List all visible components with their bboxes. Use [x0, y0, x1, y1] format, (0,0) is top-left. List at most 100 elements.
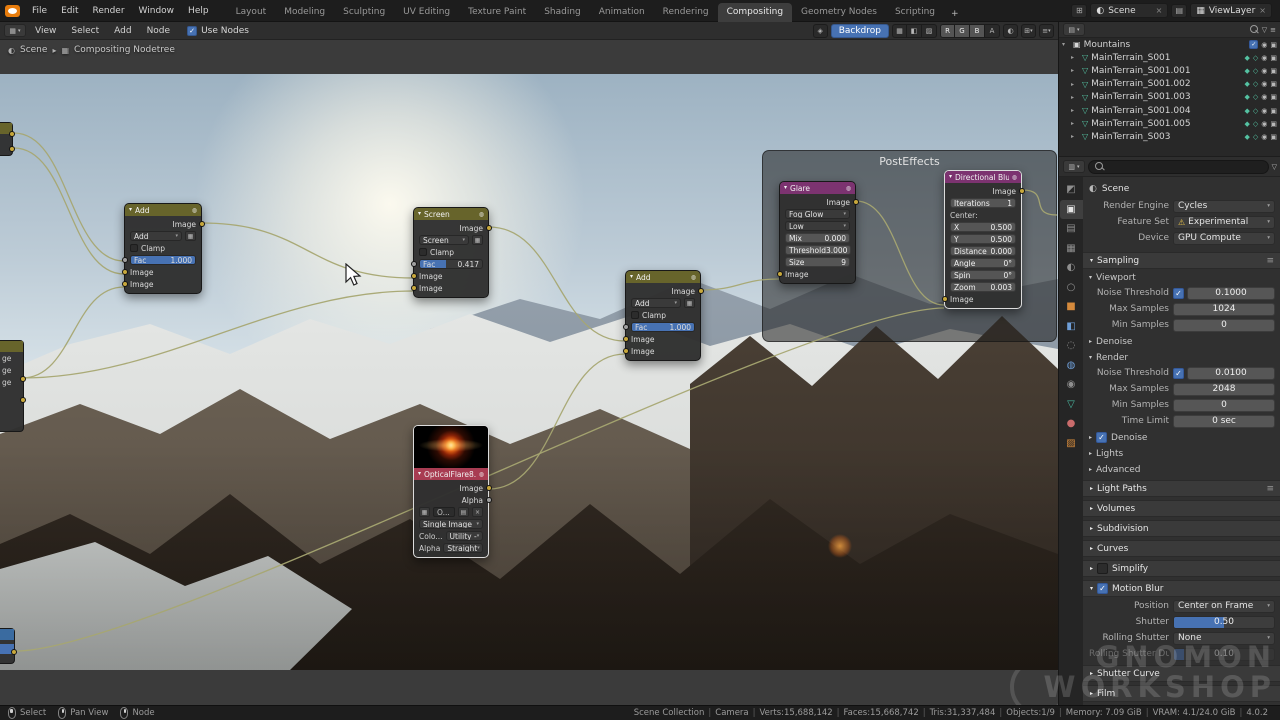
outliner-item-mainterrain-s001-005[interactable]: ▸ ▽ MainTerrain_S001.005 ◆ ◇ ◉ ▣ [1059, 117, 1280, 130]
properties-tab-object-data[interactable]: ▽ [1060, 395, 1083, 415]
data-icon[interactable]: ◇ [1253, 67, 1258, 75]
data-icon[interactable]: ◇ [1253, 120, 1258, 128]
node-add-1[interactable]: ▾ Add ◍ Image Add ▾ ▦ Clamp Fac 1.000 Image Imag… [121, 203, 205, 294]
partial-node[interactable]: ge ge ge [0, 340, 26, 432]
prop-field-max-samples[interactable]: 2048 [1173, 382, 1275, 396]
collapse-icon[interactable]: ▾ [129, 207, 132, 213]
prop-field-time-limit[interactable]: 0 sec [1173, 414, 1275, 428]
node-menu-node[interactable]: Node [140, 24, 178, 38]
outliner-collection-mountains[interactable]: ▾ ▣ Mountains ✓ ◉ ▣ [1059, 38, 1280, 51]
proportional-edit-icon[interactable]: ◐ [1003, 23, 1018, 38]
camera-icon[interactable]: ▣ [1270, 67, 1277, 75]
collapse-icon[interactable]: ▾ [418, 471, 421, 477]
hide-icon[interactable]: ◉ [1261, 54, 1267, 62]
subsection-denoise[interactable]: ▸ ✓ Denoise [1089, 430, 1275, 445]
snap-icon[interactable]: ⊞ ▾ [1021, 23, 1036, 38]
properties-tab-modifiers[interactable]: ◧ [1060, 317, 1083, 337]
workspace-tab-shading[interactable]: Shading [535, 3, 590, 22]
checkbox[interactable]: ✓ [1173, 367, 1184, 379]
node-input-image[interactable]: Image [410, 270, 488, 282]
node-input-image[interactable]: Image [776, 268, 855, 280]
prop-field-min-samples[interactable]: 0 [1173, 398, 1275, 412]
outliner-item-mainterrain-s001-001[interactable]: ▸ ▽ MainTerrain_S001.001 ◆ ◇ ◉ ▣ [1059, 64, 1280, 77]
workspace-tab-geometry-nodes[interactable]: Geometry Nodes [792, 3, 886, 22]
prop-dropdown-position[interactable]: Center on Frame ▾ [1173, 599, 1275, 613]
section-motion-blur[interactable]: ▾ ✓ Motion Blur [1083, 580, 1280, 597]
image-toggle-icon[interactable]: ▦ [185, 231, 196, 241]
node-directional-blur[interactable]: ▾ Directional Blur ◍ Image Iterations 1 Cen… [941, 170, 1025, 309]
prop-field-max-samples[interactable]: 1024 [1173, 302, 1275, 316]
node-options-icon[interactable]: ◍ [192, 207, 197, 214]
prop-field-noise-threshold[interactable]: 0.0100 [1187, 366, 1275, 380]
node-checkbox-clamp[interactable]: Clamp [125, 242, 201, 254]
node-output-alpha[interactable]: Alpha [414, 494, 492, 506]
subsection-lights[interactable]: ▸ Lights [1089, 446, 1275, 461]
channel-toggle-g[interactable]: G [955, 23, 970, 38]
data-icon[interactable]: ◇ [1253, 80, 1258, 88]
image-b-icon[interactable]: ◧ [907, 23, 922, 38]
node-options-icon[interactable]: ◍ [691, 274, 696, 281]
checkbox[interactable]: ✓ [1096, 432, 1108, 443]
node-slider-fac[interactable]: Fac 1.000 [121, 254, 201, 266]
node-menu-select[interactable]: Select [64, 24, 106, 38]
camera-icon[interactable]: ▣ [1270, 54, 1277, 62]
open-file-icon[interactable]: ▤ [458, 507, 469, 517]
viewlayer-selector[interactable]: ▦ ViewLayer × [1190, 3, 1272, 18]
camera-icon[interactable]: ▣ [1270, 120, 1277, 128]
node-menu-view[interactable]: View [28, 24, 63, 38]
properties-search-input[interactable] [1088, 159, 1269, 174]
output-socket[interactable] [9, 146, 15, 152]
section-sampling[interactable]: ▾ Sampling ≡ [1083, 252, 1280, 269]
properties-tab-physics[interactable]: ◍ [1060, 356, 1083, 376]
collapse-icon[interactable]: ▾ [784, 185, 787, 191]
overlays-icon[interactable]: ≡ ▾ [1039, 23, 1054, 38]
output-socket[interactable] [20, 376, 26, 382]
node-header[interactable]: ▾ Add ◍ [626, 271, 700, 283]
subsection-denoise[interactable]: ▸ Denoise [1089, 334, 1275, 349]
prop-field-min-samples[interactable]: 0 [1173, 318, 1275, 332]
input-socket[interactable] [121, 281, 128, 287]
viewlayer-browse-icon[interactable]: ▤ [1171, 3, 1188, 18]
section-light-paths[interactable]: ▸ Light Paths ≡ [1083, 480, 1280, 497]
subsection-advanced[interactable]: ▸ Advanced [1089, 462, 1275, 477]
camera-icon[interactable]: ▣ [1270, 41, 1277, 49]
datablock-name-field[interactable]: O... [433, 507, 455, 517]
properties-tab-output[interactable]: ▤ [1060, 219, 1083, 239]
checkbox[interactable] [631, 311, 639, 319]
node-number-y[interactable]: Y 0.500 [945, 233, 1021, 245]
expand-icon[interactable]: ▸ [1071, 94, 1079, 101]
input-socket[interactable] [941, 296, 948, 302]
workspace-tab-texture-paint[interactable]: Texture Paint [459, 3, 535, 22]
expand-icon[interactable]: ▾ [1062, 41, 1070, 48]
menu-help[interactable]: Help [181, 4, 216, 18]
node-number-distance[interactable]: Distance 0.000 [945, 245, 1021, 257]
input-socket[interactable] [622, 324, 629, 330]
node-number-x[interactable]: X 0.500 [945, 221, 1021, 233]
node-menu-add[interactable]: Add [107, 24, 138, 38]
modifier-icon[interactable]: ◆ [1244, 54, 1249, 62]
checkbox[interactable] [419, 248, 427, 256]
checkbox[interactable] [130, 244, 138, 252]
node-dropdown-screen[interactable]: Screen ▾ [419, 235, 469, 245]
properties-tab-scene[interactable]: ◐ [1060, 258, 1083, 278]
workspace-tab-rendering[interactable]: Rendering [654, 3, 718, 22]
node-options-icon[interactable]: ◍ [479, 211, 484, 218]
modifier-icon[interactable]: ◆ [1244, 80, 1249, 88]
input-socket[interactable] [622, 348, 629, 354]
modifier-icon[interactable]: ◆ [1244, 120, 1249, 128]
expand-icon[interactable]: ▸ [1071, 120, 1079, 127]
section-volumes[interactable]: ▸ Volumes [1083, 500, 1280, 517]
node-number-zoom[interactable]: Zoom 0.003 [945, 281, 1021, 293]
node-slider-fac[interactable]: Fac 0.417 [410, 258, 488, 270]
outliner-editor-icon[interactable]: ▤ ▾ [1063, 23, 1085, 36]
collapse-icon[interactable]: ▾ [949, 174, 952, 180]
checkbox[interactable]: ✓ [1173, 287, 1184, 299]
image-toggle-icon[interactable]: ▦ [472, 235, 483, 245]
output-socket[interactable] [9, 131, 15, 137]
section-film[interactable]: ▸ Film [1083, 685, 1280, 702]
camera-icon[interactable]: ▣ [1270, 107, 1277, 115]
collapse-icon[interactable]: ▾ [630, 274, 633, 280]
node-input-image[interactable]: Image [121, 278, 201, 290]
output-socket[interactable] [485, 225, 492, 231]
partial-node[interactable] [0, 628, 17, 664]
